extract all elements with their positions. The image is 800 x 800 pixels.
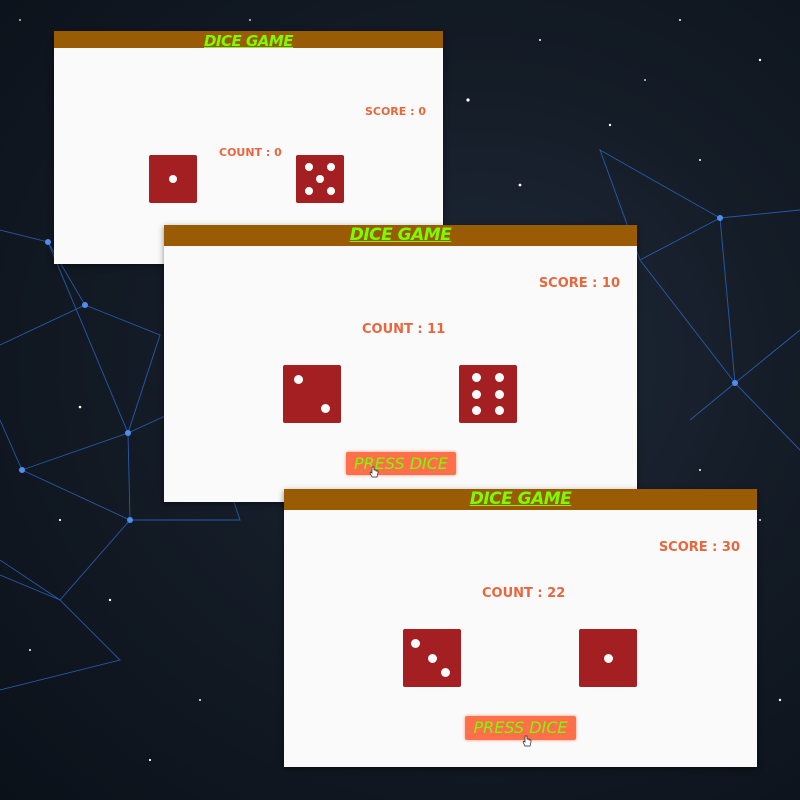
die-pip: [495, 373, 505, 383]
press-dice-button[interactable]: PRESS DICE: [465, 716, 576, 740]
title-bar: DICE GAME: [164, 225, 637, 246]
title-bar: DICE GAME: [284, 489, 757, 510]
score-label: SCORE : 0: [364, 105, 426, 118]
die-pip: [411, 639, 421, 648]
game-window-3: DICE GAME SCORE : 30 COUNT : 22 PRESS DI…: [284, 489, 757, 767]
die-pip: [471, 373, 481, 383]
die-right: [579, 629, 637, 687]
die-pip: [294, 375, 304, 384]
die-pip: [305, 186, 314, 195]
title-bar: DICE GAME: [54, 31, 443, 50]
count-label: COUNT : 22: [482, 586, 566, 601]
die-pip: [169, 175, 177, 183]
count-label: COUNT : 0: [219, 146, 282, 159]
die-right: [296, 155, 344, 203]
die-pip: [427, 653, 437, 663]
game-title: DICE GAME: [349, 225, 452, 245]
die-left: [149, 155, 197, 203]
die-pip: [305, 163, 314, 172]
die-right: [459, 365, 517, 423]
score-label: SCORE : 10: [538, 276, 620, 291]
hand-pointer-icon: [522, 735, 532, 747]
die-left: [283, 365, 341, 423]
die-pip: [495, 405, 505, 415]
hand-pointer-icon: [369, 466, 379, 478]
die-pip: [326, 163, 335, 172]
game-title: DICE GAME: [469, 489, 572, 509]
die-pip: [471, 389, 481, 399]
die-pip: [495, 389, 505, 399]
count-label: COUNT : 11: [362, 322, 446, 337]
die-pip: [440, 668, 450, 677]
press-dice-button[interactable]: PRESS DICE: [346, 452, 456, 475]
die-left: [403, 629, 461, 687]
die-pip: [320, 404, 330, 413]
die-pip: [603, 653, 613, 663]
die-pip: [471, 405, 481, 415]
score-label: SCORE : 30: [658, 540, 740, 555]
die-pip: [316, 175, 324, 183]
game-title: DICE GAME: [203, 32, 294, 50]
die-pip: [326, 186, 335, 195]
game-window-2: DICE GAME SCORE : 10 COUNT : 11 PRESS DI…: [164, 225, 637, 502]
